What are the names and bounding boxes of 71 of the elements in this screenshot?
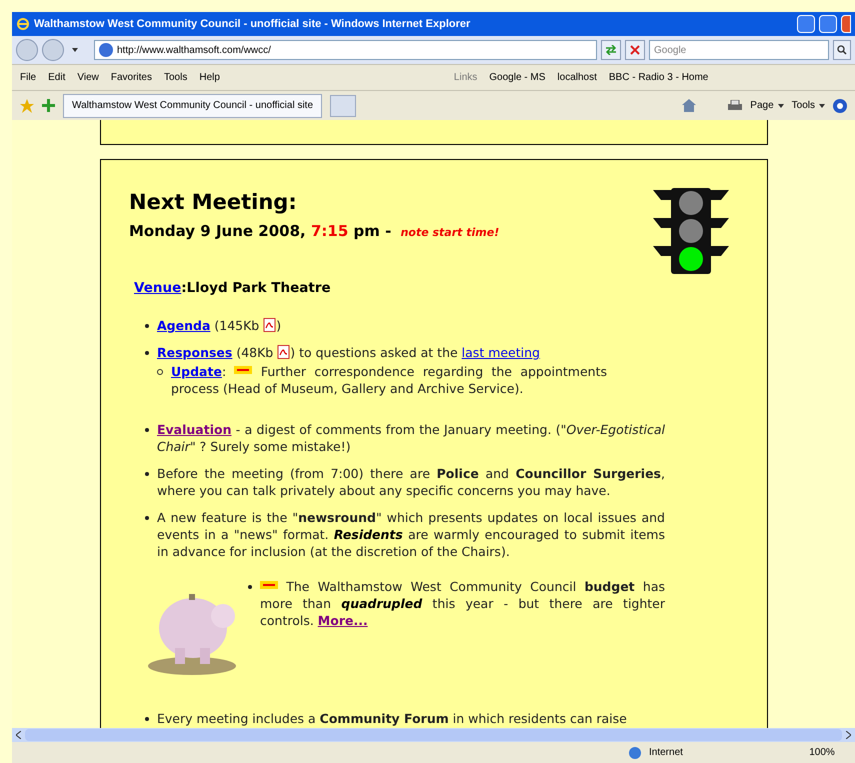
link[interactable]: Agenda	[157, 318, 210, 333]
new-badge-icon	[234, 366, 252, 374]
list-item-text: Evaluation - a digest of comments from the January meeting. ("Over-Egotistical Chair" ? Surely some mistake!)	[157, 421, 665, 455]
bullet-icon	[145, 428, 149, 432]
zoom-level[interactable]: 100%	[797, 745, 847, 760]
list-item-text: The Walthamstow West Community Council budget has more than quadrupled this year - but there are tighter controls. More...	[260, 578, 665, 630]
menu-item[interactable]: Edit	[48, 70, 66, 85]
bullet-icon	[145, 324, 149, 328]
link[interactable]: Evaluation	[157, 422, 232, 437]
venue-name: :Lloyd Park Theatre	[181, 280, 331, 296]
search-field[interactable]: Google	[649, 40, 829, 60]
star-icon[interactable]	[20, 98, 34, 112]
menu-item[interactable]: Help	[199, 70, 220, 85]
bullet-icon	[145, 717, 149, 721]
links-label: Links	[454, 71, 478, 85]
print-icon[interactable]	[728, 100, 742, 112]
scroll-right-icon[interactable]	[846, 731, 851, 739]
browser-tab[interactable]: Walthamstow West Community Council - unofficial site	[63, 94, 322, 118]
minimize-button[interactable]	[797, 15, 815, 33]
menu-item[interactable]: Tools	[164, 70, 188, 85]
list-item-text: A new feature is the "newsround" which presents updates on local issues and events in a "news" format. Residents are warmly encouraged to submit items in advance for inclusion (at the discretion of the Chairs).	[157, 509, 665, 560]
favorite-link[interactable]: localhost	[557, 70, 597, 85]
caret-icon	[819, 104, 825, 108]
meeting-date: Monday 9 June 2008,	[129, 223, 307, 240]
bullet-icon	[145, 351, 149, 355]
venue-link[interactable]: Venue	[134, 280, 182, 296]
list-item-text: Agenda (145Kb )	[157, 317, 282, 334]
pdf-file-icon	[277, 345, 290, 359]
refresh-arrows-icon	[605, 45, 617, 55]
time-suffix: pm -	[352, 223, 392, 240]
meeting-heading: Next Meeting:	[129, 194, 298, 211]
search-button[interactable]	[833, 40, 851, 60]
security-zone: Internet	[649, 746, 684, 760]
menu-item[interactable]: Favorites	[110, 70, 152, 85]
link[interactable]: Update	[171, 364, 222, 379]
window-title: Walthamstow West Community Council - unofficial site - Windows Internet Explorer	[34, 16, 472, 32]
home-icon[interactable]	[682, 99, 696, 112]
menu-item[interactable]: File	[20, 70, 36, 85]
list-item-text: Before the meeting (from 7:00) there are Police and Councillor Surgeries, where you can talk privately about any specific concerns you may have.	[157, 465, 665, 499]
start-time-note: note start time!	[400, 225, 500, 241]
favorite-link[interactable]: Google - MS	[489, 70, 546, 85]
search-icon	[837, 45, 847, 55]
dropdown-caret-icon[interactable]	[72, 48, 78, 52]
list-item-text: Responses (48Kb ) to questions asked at the last meeting	[157, 344, 541, 361]
list-item-text: Update: Further correspondence regarding the appointments process (Head of Museum, Gallery and Archive Service).	[171, 363, 607, 397]
refresh-button[interactable]	[601, 40, 621, 60]
close-button[interactable]	[841, 15, 851, 33]
add-favorite-icon[interactable]	[42, 99, 55, 112]
favorite-link[interactable]: BBC - Radio 3 - Home	[608, 70, 708, 85]
scroll-left-icon[interactable]	[16, 731, 21, 739]
new-badge-icon	[260, 581, 278, 589]
maximize-button[interactable]	[819, 15, 837, 33]
close-icon	[630, 45, 640, 55]
link[interactable]: More...	[318, 613, 368, 628]
stop-button[interactable]	[625, 40, 645, 60]
command-button[interactable]: Page	[750, 98, 784, 113]
link[interactable]: last meeting	[462, 345, 540, 360]
globe-icon	[629, 746, 641, 758]
bullet-icon	[145, 472, 149, 476]
command-button[interactable]: Tools	[792, 98, 825, 113]
bullet-icon	[248, 585, 252, 589]
meeting-time: 7:15	[310, 223, 348, 240]
menu-item[interactable]: View	[77, 70, 99, 85]
pdf-file-icon	[263, 318, 276, 332]
scrollbar-thumb[interactable]	[25, 729, 842, 741]
link[interactable]: Responses	[157, 345, 232, 360]
list-item-text: Every meeting includes a Community Forum in which residents can raise	[157, 710, 628, 727]
address-field[interactable]: http://www.walthamsoft.com/wwcc/	[94, 40, 597, 60]
bullet-icon	[145, 516, 149, 520]
caret-icon	[778, 104, 784, 108]
bullet-icon	[157, 369, 163, 375]
